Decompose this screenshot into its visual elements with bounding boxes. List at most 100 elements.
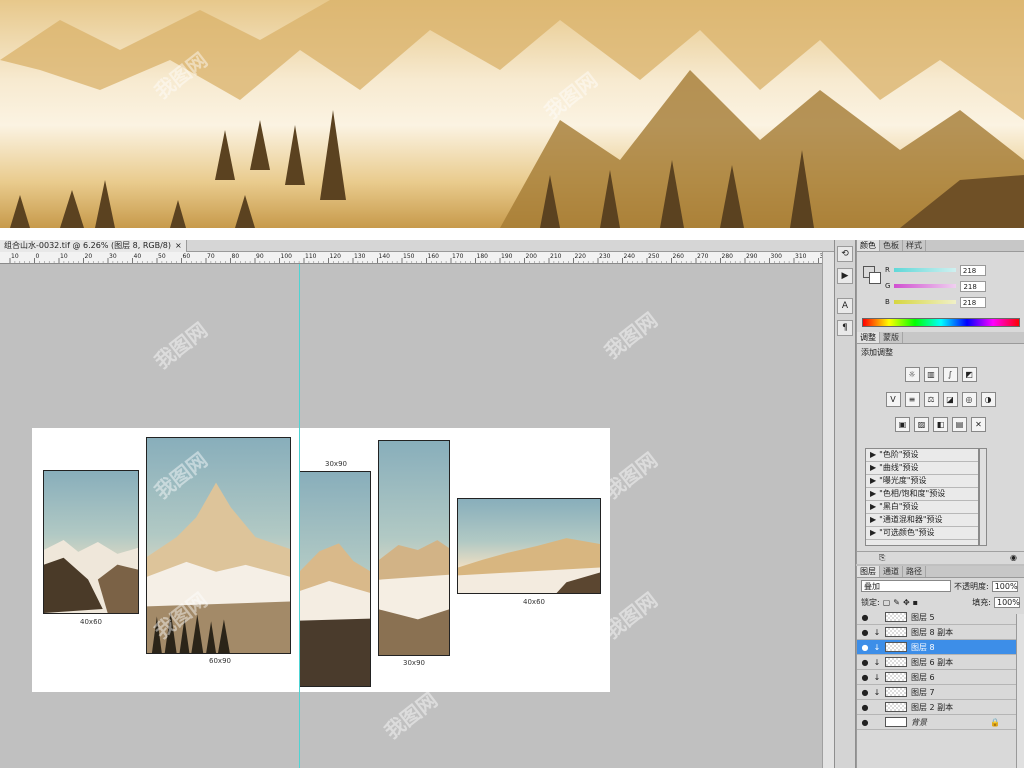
preset-item[interactable]: ▶ "可选颜色"预设 [866,527,978,540]
canvas-panel-5[interactable] [457,498,601,594]
hue-saturation-icon[interactable]: ≡ [904,392,920,407]
curves-icon[interactable]: ∫ [942,367,958,382]
channel-value-g[interactable]: 218 [960,280,987,292]
layer-row[interactable]: ● ↓ 图层 6 [857,670,1024,685]
tab-styles[interactable]: 样式 [903,240,926,251]
visibility-eye-icon[interactable]: ● [857,703,873,712]
layer-thumbnail[interactable] [885,687,907,697]
posterize-icon[interactable]: ▨ [914,417,929,432]
channel-slider-b[interactable] [893,300,956,304]
color-balance-icon[interactable]: ⚖ [923,392,939,407]
brightness-icon[interactable]: ☼ [904,367,920,382]
paragraph-icon[interactable]: ¶ [837,320,853,336]
opacity-input[interactable]: 100% [991,580,1018,592]
preset-item[interactable]: ▶ "色相/饱和度"预设 [866,488,978,501]
channel-row-b: B 218 [885,296,1021,308]
tab-layers[interactable]: 图层 [857,566,880,577]
lock-all-icon[interactable]: ▪ [913,598,918,607]
artboard[interactable]: 40x60 60x90 30x90 30x90 40x60 [32,428,610,692]
layer-thumbnail[interactable] [885,702,907,712]
layer-row[interactable]: ● 图层 2 副本 [857,700,1024,715]
selective-color-icon[interactable]: ✕ [971,417,986,432]
background-swatch[interactable] [869,272,881,284]
lock-transparent-icon[interactable]: ▢ [883,598,891,607]
preset-item[interactable]: ▶ "通道混和器"预设 [866,514,978,527]
invert-icon[interactable]: ▣ [895,417,910,432]
guide-line[interactable] [299,264,300,768]
visibility-eye-icon[interactable]: ● [857,658,873,667]
black-white-icon[interactable]: ◪ [942,392,958,407]
tab-adjustments[interactable]: 调整 [857,332,880,343]
exposure-icon[interactable]: ◩ [961,367,977,382]
layer-row[interactable]: ● ↓ 图层 7 [857,685,1024,700]
color-spectrum-bar[interactable] [862,318,1020,327]
canvas-panel-2[interactable] [146,437,291,654]
layers-scrollbar[interactable] [1016,614,1024,768]
layer-row[interactable]: ● 图层 5 [857,610,1024,625]
history-icon[interactable]: ⟲ [837,246,853,262]
canvas-panel-4[interactable] [378,440,450,656]
vibrance-icon[interactable]: V [885,392,901,407]
close-icon[interactable]: × [175,240,182,252]
tab-swatches[interactable]: 色板 [880,240,903,251]
preset-item[interactable]: ▶ "曲线"预设 [866,462,978,475]
panel-dock-strip: ⟲ ▶ A ¶ [834,240,856,768]
levels-icon[interactable]: ▥ [923,367,939,382]
layer-row[interactable]: ● ↓ 图层 6 副本 [857,655,1024,670]
layer-thumbnail[interactable] [885,717,907,727]
preset-item[interactable]: ▶ "黑白"预设 [866,501,978,514]
layer-name[interactable]: 图层 5 [911,612,935,623]
visibility-eye-icon[interactable]: ● [857,718,873,727]
tab-masks[interactable]: 蒙版 [880,332,903,343]
layer-name[interactable]: 图层 2 副本 [911,702,953,713]
channel-value-b[interactable]: 218 [959,296,986,308]
gradient-map-icon[interactable]: ▤ [952,417,967,432]
layer-thumbnail[interactable] [885,642,907,652]
tab-color[interactable]: 颜色 [857,240,880,251]
layer-name[interactable]: 背景 [911,717,927,728]
clip-icon[interactable]: ⎘ [879,553,885,563]
layer-thumbnail[interactable] [885,672,907,682]
layer-row[interactable]: ● ↓ 图层 8 [857,640,1024,655]
presets-scrollbar[interactable] [979,448,987,546]
photo-filter-icon[interactable]: ◎ [961,392,977,407]
layer-name[interactable]: 图层 6 副本 [911,657,953,668]
fill-input[interactable]: 100% [994,596,1020,608]
visibility-eye-icon[interactable]: ● [857,673,873,682]
channel-value-r[interactable]: 218 [959,264,986,276]
preset-item[interactable]: ▶ "色阶"预设 [866,449,978,462]
layer-thumbnail[interactable] [885,657,907,667]
document-tab[interactable]: 组合山水-0032.tif @ 6.26% (图层 8, RGB/8) × [0,240,187,252]
channel-slider-g[interactable] [894,284,957,288]
character-icon[interactable]: A [837,298,853,314]
actions-icon[interactable]: ▶ [837,268,853,284]
blend-mode-select[interactable]: 叠加 [861,580,951,592]
tab-channels[interactable]: 通道 [880,566,903,577]
canvas-panel-3[interactable] [299,471,371,687]
layer-thumbnail[interactable] [885,627,907,637]
ruler-tick-label: 150 [403,253,415,260]
canvas-panel-1[interactable] [43,470,139,614]
visibility-eye-icon[interactable]: ● [857,643,873,652]
visibility-eye-icon[interactable]: ● [857,613,873,622]
layer-name[interactable]: 图层 7 [911,687,935,698]
ruler-tick-label: 20 [85,253,93,260]
panorama-bottom-border [0,228,1024,240]
visibility-eye-icon[interactable]: ● [857,628,873,637]
layer-name[interactable]: 图层 6 [911,672,935,683]
layer-thumbnail[interactable] [885,612,907,622]
vertical-scrollbar[interactable] [822,252,834,768]
layer-row[interactable]: ● ↓ 图层 8 副本 [857,625,1024,640]
layer-name[interactable]: 图层 8 [911,642,935,653]
channel-mixer-icon[interactable]: ◑ [980,392,996,407]
channel-slider-r[interactable] [893,268,956,272]
visibility-eye-icon[interactable]: ● [857,688,873,697]
lock-brush-icon[interactable]: ✎ [893,598,900,607]
layer-name[interactable]: 图层 8 副本 [911,627,953,638]
preset-item[interactable]: ▶ "曝光度"预设 [866,475,978,488]
layer-row[interactable]: ● 背景 🔒 [857,715,1024,730]
tab-paths[interactable]: 路径 [903,566,926,577]
lock-move-icon[interactable]: ✥ [903,598,910,607]
view-icon[interactable]: ◉ [1010,553,1017,562]
threshold-icon[interactable]: ◧ [933,417,948,432]
